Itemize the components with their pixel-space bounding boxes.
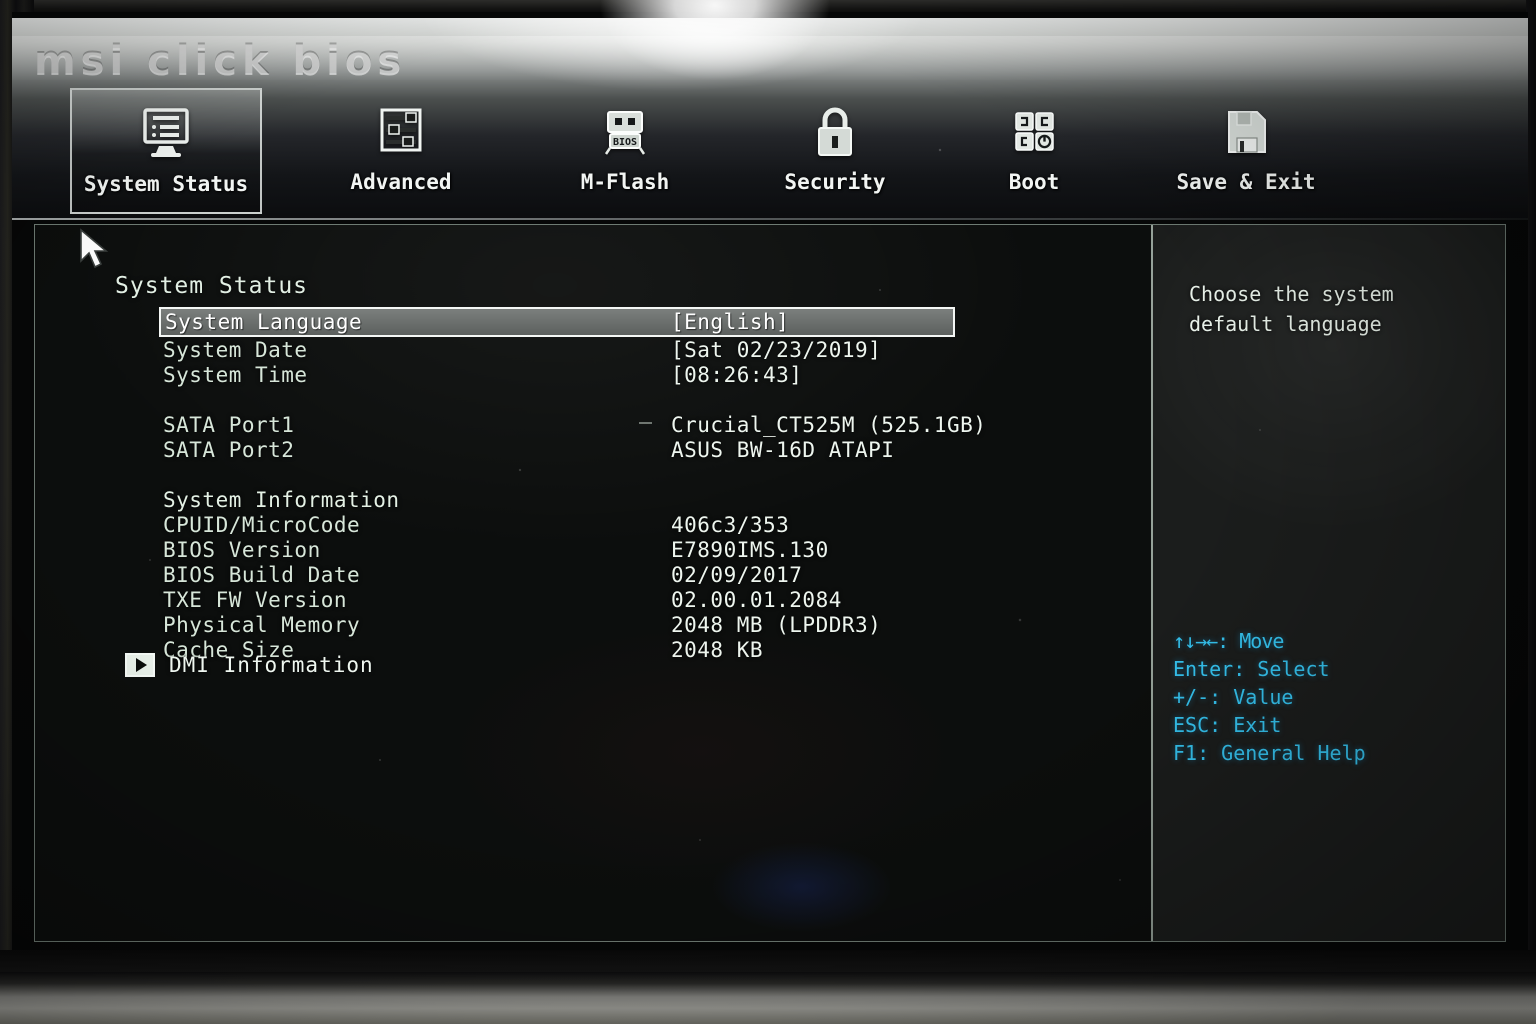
bios-screen: msi click bios System Status Advanced BI…	[12, 12, 1528, 972]
tab-security[interactable]: Security	[746, 88, 924, 214]
row-value: ASUS BW-16D ATAPI	[671, 437, 895, 462]
tab-label: System Status	[83, 172, 249, 196]
table-row[interactable]: System Date [Sat 02/23/2019]	[35, 337, 1065, 362]
table-row[interactable]: System Language [English]	[35, 307, 1065, 337]
tab-label: Boot	[1008, 170, 1060, 194]
tab-label: M-Flash	[580, 170, 670, 194]
table-row: SATA Port1 Crucial_CT525M (525.1GB)	[35, 412, 1065, 437]
floppy-disk-icon	[1215, 96, 1277, 170]
msi-click-bios-wordmark: msi click bios	[34, 38, 407, 84]
dmi-information-submenu[interactable]: DMI Information	[125, 653, 374, 677]
key-legend-help: F1: General Help	[1173, 741, 1366, 765]
row-value: 02/09/2017	[671, 562, 803, 587]
row-label: System Time	[163, 362, 308, 387]
settings-list: System Language [English] System Date [S…	[35, 307, 1065, 662]
row-label: BIOS Build Date	[163, 562, 361, 587]
main-nav-tabs: System Status Advanced BIOS M-Flash Secu…	[12, 88, 1528, 218]
bios-header-bar: msi click bios System Status Advanced BI…	[12, 18, 1528, 220]
row-value: [08:26:43]	[671, 362, 803, 387]
table-row: BIOS Build Date 02/09/2017	[35, 562, 1065, 587]
help-description: Choose the system default language	[1189, 282, 1394, 336]
sliders-icon	[370, 96, 432, 170]
row-spacer	[35, 387, 1065, 412]
key-legend-value: +/-: Value	[1173, 685, 1294, 709]
table-row: TXE FW Version 02.00.01.2084	[35, 587, 1065, 612]
dash-marker	[639, 422, 652, 424]
page-title: System Status	[115, 273, 309, 299]
row-value: 2048 MB (LPDDR3)	[671, 612, 882, 637]
tab-boot[interactable]: Boot	[964, 88, 1104, 214]
row-label: SATA Port1	[163, 412, 295, 437]
row-label: Physical Memory	[163, 612, 361, 637]
row-value: 2048 KB	[671, 637, 764, 662]
row-label: System Language	[165, 310, 363, 334]
monitor-icon	[135, 98, 197, 172]
header-divider	[12, 218, 1528, 220]
row-value: E7890IMS.130	[671, 537, 829, 562]
tab-label: Advanced	[350, 170, 452, 194]
table-row: CPUID/MicroCode 406c3/353	[35, 512, 1065, 537]
key-legend-exit: ESC: Exit	[1173, 713, 1282, 737]
submenu-label: DMI Information	[169, 653, 374, 677]
boot-grid-power-icon	[1003, 96, 1065, 170]
table-row: Physical Memory 2048 MB (LPDDR3)	[35, 612, 1065, 637]
tab-label: Save & Exit	[1176, 170, 1316, 194]
bezel-bottom	[0, 972, 1536, 1024]
row-label: BIOS Version	[163, 537, 321, 562]
row-label: SATA Port2	[163, 437, 295, 462]
row-value: Crucial_CT525M (525.1GB)	[671, 412, 987, 437]
usb-bios-flash-icon: BIOS	[594, 96, 656, 170]
table-row[interactable]: System Time [08:26:43]	[35, 362, 1065, 387]
row-label: CPUID/MicroCode	[163, 512, 361, 537]
table-row: BIOS Version E7890IMS.130	[35, 537, 1065, 562]
help-panel: Choose the system default language ↑↓→←:…	[1151, 225, 1505, 941]
svg-text:BIOS: BIOS	[613, 137, 637, 148]
row-label: TXE FW Version	[163, 587, 348, 612]
tab-m-flash[interactable]: BIOS M-Flash	[536, 88, 714, 214]
row-value: [English]	[671, 310, 790, 334]
content-frame: System Status BACK System Language [Engl…	[34, 224, 1506, 942]
key-legend-move: ↑↓→←: Move	[1173, 629, 1284, 653]
padlock-icon	[804, 96, 866, 170]
row-value: 02.00.01.2084	[671, 587, 842, 612]
tab-label: Security	[784, 170, 886, 194]
tab-advanced[interactable]: Advanced	[312, 88, 490, 214]
table-row: SATA Port2 ASUS BW-16D ATAPI	[35, 437, 1065, 462]
row-spacer	[35, 462, 1065, 487]
tab-save-and-exit[interactable]: Save & Exit	[1136, 88, 1356, 214]
row-value: 406c3/353	[671, 512, 790, 537]
row-value: [Sat 02/23/2019]	[671, 337, 882, 362]
row-label: System Information	[163, 487, 400, 512]
bezel-bottom-shade	[0, 950, 1536, 972]
key-legend-select: Enter: Select	[1173, 657, 1330, 681]
monitor-photo: msi click bios System Status Advanced BI…	[0, 0, 1536, 1024]
section-heading: System Information	[35, 487, 1065, 512]
submenu-arrow-icon	[125, 653, 155, 677]
tab-system-status[interactable]: System Status	[70, 88, 262, 214]
row-label: System Date	[163, 337, 308, 362]
key-legend: ↑↓→←: Move Enter: Select +/-: Value ESC:…	[1173, 627, 1503, 767]
